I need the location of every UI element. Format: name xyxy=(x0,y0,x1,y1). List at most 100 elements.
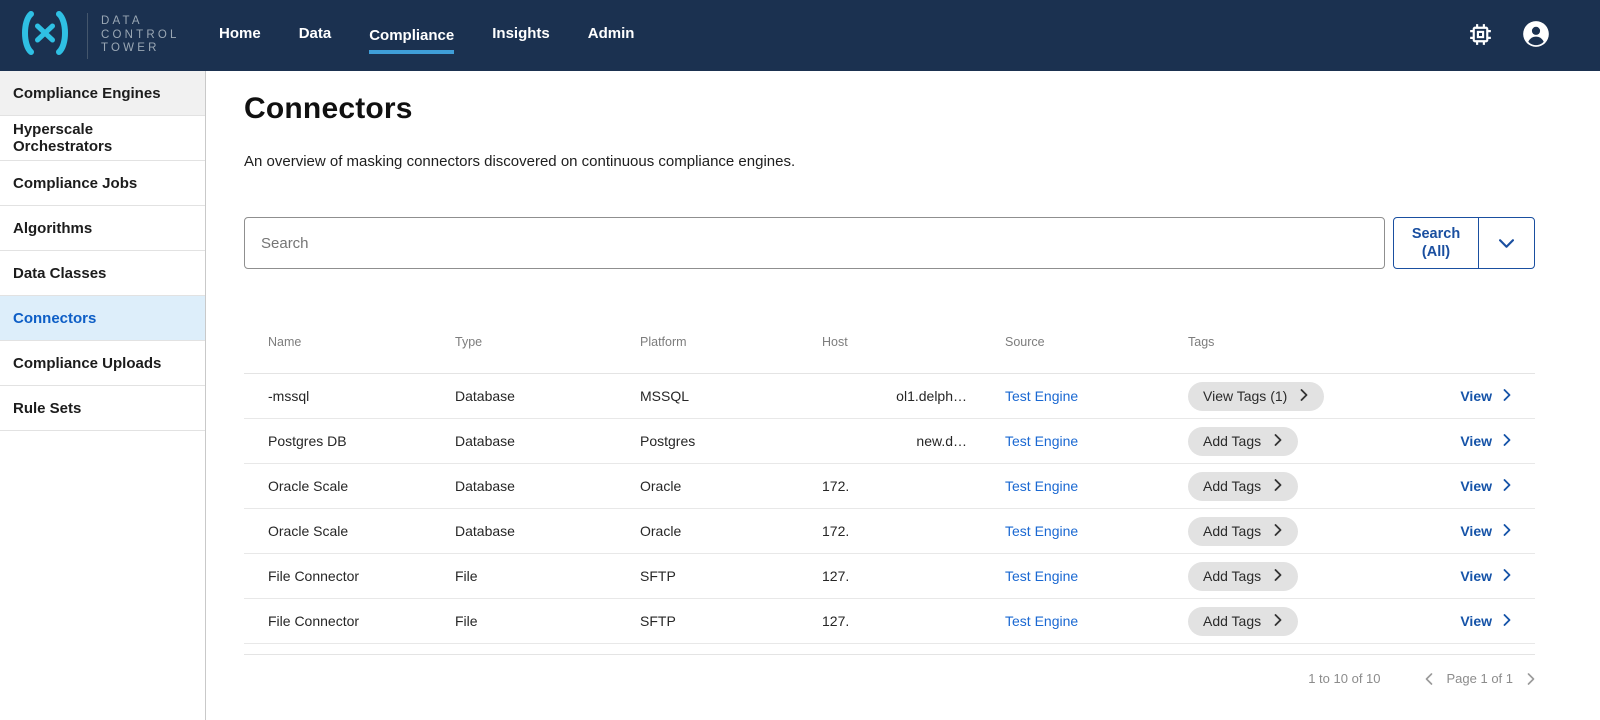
cell-host: ol1.delph… xyxy=(822,388,1005,404)
cell-tags: Add Tags xyxy=(1188,607,1371,636)
view-link-label: View xyxy=(1460,568,1492,584)
add-tags-button[interactable]: Add Tags xyxy=(1188,562,1298,591)
table-row: Oracle Scale Database Oracle 172. Test E… xyxy=(244,464,1535,509)
chevron-right-icon xyxy=(1300,388,1308,404)
source-engine-link[interactable]: Test Engine xyxy=(1005,568,1078,584)
add-tags-button[interactable]: Add Tags xyxy=(1188,517,1298,546)
sidebar-item-compliance-uploads[interactable]: Compliance Uploads xyxy=(0,341,205,386)
source-engine-link[interactable]: Test Engine xyxy=(1005,478,1078,494)
cell-tags: Add Tags xyxy=(1188,472,1371,501)
view-link-label: View xyxy=(1460,478,1492,494)
primary-nav: Home Data Compliance Insights Admin xyxy=(219,15,634,56)
cell-source: Test Engine xyxy=(1005,388,1188,404)
cell-host: 127. xyxy=(822,568,1005,584)
account-button[interactable] xyxy=(1522,20,1550,51)
nav-item-home[interactable]: Home xyxy=(219,15,261,56)
cell-name: File Connector xyxy=(268,568,455,584)
column-header-name: Name xyxy=(268,335,455,349)
main-content: Connectors An overview of masking connec… xyxy=(207,71,1600,720)
tags-pill-label: Add Tags xyxy=(1203,613,1261,629)
cell-host: 172. xyxy=(822,523,1005,539)
table-row: Oracle Scale Database Oracle 172. Test E… xyxy=(244,509,1535,554)
view-link[interactable]: View xyxy=(1460,568,1511,584)
cell-source: Test Engine xyxy=(1005,613,1188,629)
next-page-button[interactable] xyxy=(1527,673,1535,685)
sidebar-item-connectors[interactable]: Connectors xyxy=(0,296,205,341)
integrations-chip-button[interactable] xyxy=(1467,21,1494,51)
view-link[interactable]: View xyxy=(1460,523,1511,539)
view-link-label: View xyxy=(1460,523,1492,539)
sidebar-item-algorithms[interactable]: Algorithms xyxy=(0,206,205,251)
sidebar-item-rule-sets[interactable]: Rule Sets xyxy=(0,386,205,431)
view-link[interactable]: View xyxy=(1460,613,1511,629)
brand-text-line: TOWER xyxy=(101,42,180,56)
account-icon xyxy=(1522,20,1550,51)
cell-type: File xyxy=(455,568,640,584)
table-bottom-border xyxy=(244,644,1535,655)
sidebar-item-compliance-jobs[interactable]: Compliance Jobs xyxy=(0,161,205,206)
nav-item-data[interactable]: Data xyxy=(299,15,332,56)
column-header-platform: Platform xyxy=(640,335,822,349)
search-bar: Search (All) xyxy=(244,217,1535,269)
cell-host: new.d… xyxy=(822,433,1005,449)
view-link[interactable]: View xyxy=(1460,388,1511,404)
search-options-dropdown-button[interactable] xyxy=(1478,218,1534,268)
search-all-button[interactable]: Search (All) xyxy=(1394,218,1478,268)
source-engine-link[interactable]: Test Engine xyxy=(1005,388,1078,404)
cell-type: Database xyxy=(455,523,640,539)
column-header-source: Source xyxy=(1005,335,1188,349)
sidebar-item-compliance-engines[interactable]: Compliance Engines xyxy=(0,71,205,116)
tags-pill-label: Add Tags xyxy=(1203,523,1261,539)
search-split-button: Search (All) xyxy=(1393,217,1535,269)
cell-platform: SFTP xyxy=(640,613,822,629)
cell-name: -mssql xyxy=(268,388,455,404)
chevron-right-icon xyxy=(1503,568,1511,584)
view-link[interactable]: View xyxy=(1460,478,1511,494)
chip-icon xyxy=(1467,21,1494,51)
chevron-right-icon xyxy=(1274,433,1282,449)
search-input[interactable] xyxy=(244,217,1385,269)
cell-source: Test Engine xyxy=(1005,568,1188,584)
view-link-label: View xyxy=(1460,433,1492,449)
view-link-label: View xyxy=(1460,388,1492,404)
cell-platform: Oracle xyxy=(640,478,822,494)
cell-type: File xyxy=(455,613,640,629)
chevron-right-icon xyxy=(1503,478,1511,494)
nav-item-admin[interactable]: Admin xyxy=(588,15,635,56)
pagination: 1 to 10 of 10 Page 1 of 1 xyxy=(244,671,1535,686)
add-tags-button[interactable]: Add Tags xyxy=(1188,472,1298,501)
source-engine-link[interactable]: Test Engine xyxy=(1005,433,1078,449)
source-engine-link[interactable]: Test Engine xyxy=(1005,523,1078,539)
cell-platform: Oracle xyxy=(640,523,822,539)
cell-type: Database xyxy=(455,433,640,449)
cell-platform: SFTP xyxy=(640,568,822,584)
source-engine-link[interactable]: Test Engine xyxy=(1005,613,1078,629)
chevron-right-icon xyxy=(1527,673,1535,685)
previous-page-button[interactable] xyxy=(1425,673,1433,685)
add-tags-button[interactable]: Add Tags xyxy=(1188,427,1298,456)
cell-tags: Add Tags xyxy=(1188,517,1371,546)
cell-tags: Add Tags xyxy=(1188,427,1371,456)
cell-tags: Add Tags xyxy=(1188,562,1371,591)
sidebar-item-hyperscale-orchestrators[interactable]: Hyperscale Orchestrators xyxy=(0,116,205,161)
view-link[interactable]: View xyxy=(1460,433,1511,449)
view-tags-button[interactable]: View Tags (1) xyxy=(1188,382,1324,411)
cell-type: Database xyxy=(455,478,640,494)
sidebar-item-data-classes[interactable]: Data Classes xyxy=(0,251,205,296)
nav-item-compliance[interactable]: Compliance xyxy=(369,17,454,54)
brand-logo[interactable]: DATA CONTROL TOWER xyxy=(0,10,205,61)
table-row: File Connector File SFTP 127. Test Engin… xyxy=(244,599,1535,644)
search-button-label-line1: Search xyxy=(1412,225,1460,243)
chevron-right-icon xyxy=(1274,523,1282,539)
connectors-table: Name Type Platform Host Source Tags -mss… xyxy=(244,311,1535,655)
chevron-right-icon xyxy=(1503,388,1511,404)
cell-name: File Connector xyxy=(268,613,455,629)
tags-pill-label: Add Tags xyxy=(1203,568,1261,584)
cell-source: Test Engine xyxy=(1005,523,1188,539)
add-tags-button[interactable]: Add Tags xyxy=(1188,607,1298,636)
nav-item-insights[interactable]: Insights xyxy=(492,15,550,56)
brand-text-line: DATA xyxy=(101,15,180,29)
table-header-row: Name Type Platform Host Source Tags xyxy=(244,311,1535,374)
cell-action: View xyxy=(1371,433,1511,449)
cell-name: Postgres DB xyxy=(268,433,455,449)
